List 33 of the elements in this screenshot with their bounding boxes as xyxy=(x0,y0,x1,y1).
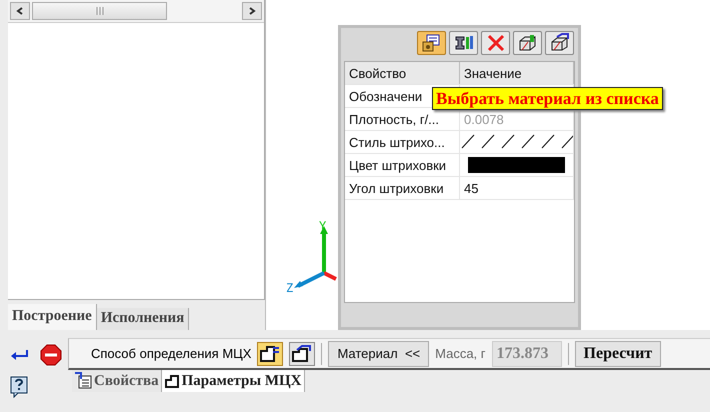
material-button[interactable]: Материал << xyxy=(328,340,430,366)
property-name: Угол штриховки xyxy=(345,177,460,199)
enter-arrow-icon[interactable] xyxy=(10,349,30,361)
column-header: Значение xyxy=(460,62,574,84)
close-icon[interactable] xyxy=(481,31,510,55)
recalculate-button[interactable]: Пересчит xyxy=(574,340,662,366)
panel-tab[interactable]: Исполнения xyxy=(96,308,190,330)
scroll-left-icon[interactable] xyxy=(10,2,30,20)
stop-icon[interactable] xyxy=(40,344,62,366)
tooltip: Выбрать материал из списка xyxy=(432,87,663,110)
color-swatch[interactable] xyxy=(468,157,565,173)
panel-tab[interactable]: Свойства xyxy=(72,370,162,392)
horizontal-scrollbar[interactable] xyxy=(8,0,264,23)
grip-icon[interactable] xyxy=(94,7,104,15)
folder-icon xyxy=(164,373,180,389)
properties-icon xyxy=(74,372,92,390)
panel-tab[interactable]: Построение xyxy=(8,304,97,330)
mass-label: Масса, г xyxy=(435,346,486,361)
method-folder-list-icon[interactable] xyxy=(257,342,284,366)
beam-icon[interactable] xyxy=(449,31,478,55)
value-cell[interactable]: 45 xyxy=(460,177,574,199)
property-name: Цвет штриховки xyxy=(345,154,460,176)
property-name: Стиль штрихо... xyxy=(345,131,460,153)
z-axis-label: Z xyxy=(286,281,294,295)
column-header: Свойство xyxy=(345,62,460,84)
method-label: Способ определения МЦХ xyxy=(91,346,252,361)
material-library-icon[interactable] xyxy=(417,31,446,55)
y-axis-label: Y xyxy=(319,219,326,233)
part-icon[interactable] xyxy=(513,31,542,55)
help-icon[interactable] xyxy=(10,376,28,398)
panel-tab[interactable]: Параметры МЦХ xyxy=(162,370,305,392)
part-edit-icon[interactable] xyxy=(545,31,574,55)
scroll-right-icon[interactable] xyxy=(242,2,262,20)
